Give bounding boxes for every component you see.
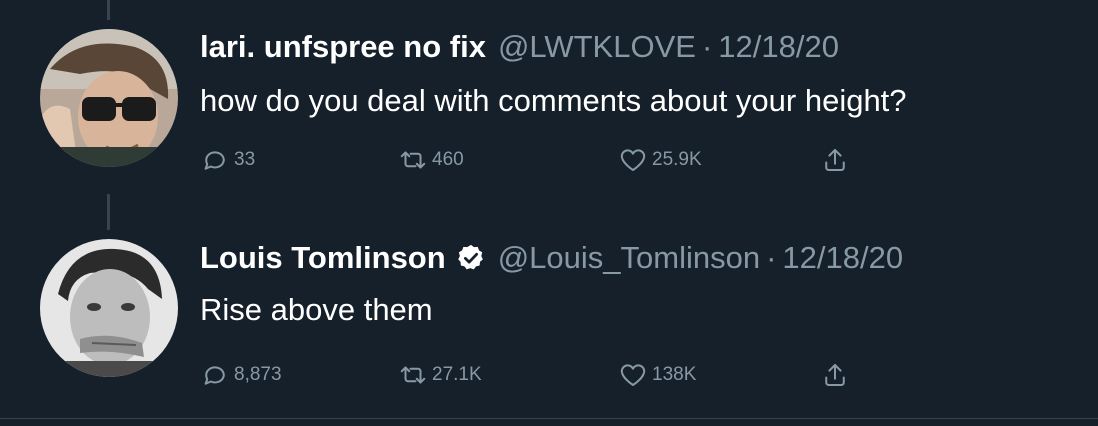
tweet-date[interactable]: 12/18/20 xyxy=(782,240,903,276)
avatar[interactable] xyxy=(40,29,178,167)
like-button[interactable]: 25.9K xyxy=(618,145,702,175)
avatar-photo xyxy=(40,29,178,167)
like-count: 25.9K xyxy=(652,149,702,170)
tweet-date[interactable]: 12/18/20 xyxy=(718,29,839,65)
tweet-text: Rise above them xyxy=(200,292,433,327)
speech-bubble-icon xyxy=(200,145,230,175)
tweet-actions: 8,873 27.1K 138K xyxy=(200,360,880,394)
like-button[interactable]: 138K xyxy=(618,360,696,390)
heart-icon xyxy=(618,145,648,175)
user-handle[interactable]: @LWTKLOVE xyxy=(498,29,696,65)
retweet-count: 460 xyxy=(432,149,464,170)
heart-icon xyxy=(618,360,648,390)
retweet-icon xyxy=(398,360,428,390)
like-count: 138K xyxy=(652,364,697,385)
tweet-header: Louis Tomlinson @Louis_Tomlinson · 12/18… xyxy=(200,238,903,278)
share-button[interactable] xyxy=(820,360,854,390)
divider xyxy=(0,418,1098,419)
retweet-icon xyxy=(398,145,428,175)
avatar[interactable] xyxy=(40,239,178,377)
tweet-actions: 33 460 25.9K xyxy=(200,145,880,179)
retweet-button[interactable]: 27.1K xyxy=(398,360,482,390)
tweet[interactable]: lari. unfspree no fix @LWTKLOVE · 12/18/… xyxy=(0,0,1098,200)
verified-badge-icon xyxy=(456,243,486,273)
share-icon xyxy=(820,145,850,175)
speech-bubble-icon xyxy=(200,360,230,390)
display-name[interactable]: Louis Tomlinson xyxy=(200,240,446,276)
share-icon xyxy=(820,360,850,390)
separator-dot: · xyxy=(766,240,777,275)
share-button[interactable] xyxy=(820,145,854,175)
retweet-count: 27.1K xyxy=(432,364,482,385)
tweet[interactable]: Louis Tomlinson @Louis_Tomlinson · 12/18… xyxy=(0,222,1098,418)
tweet-header: lari. unfspree no fix @LWTKLOVE · 12/18/… xyxy=(200,27,839,67)
reply-count: 33 xyxy=(234,149,256,170)
retweet-button[interactable]: 460 xyxy=(398,145,464,175)
reply-button[interactable]: 8,873 xyxy=(200,360,282,390)
separator-dot: · xyxy=(701,29,713,64)
display-name[interactable]: lari. unfspree no fix xyxy=(200,29,486,65)
tweet-text: how do you deal with comments about your… xyxy=(200,83,907,118)
avatar-photo xyxy=(40,239,178,377)
reply-count: 8,873 xyxy=(234,364,282,385)
user-handle[interactable]: @Louis_Tomlinson xyxy=(498,240,760,276)
reply-button[interactable]: 33 xyxy=(200,145,255,175)
